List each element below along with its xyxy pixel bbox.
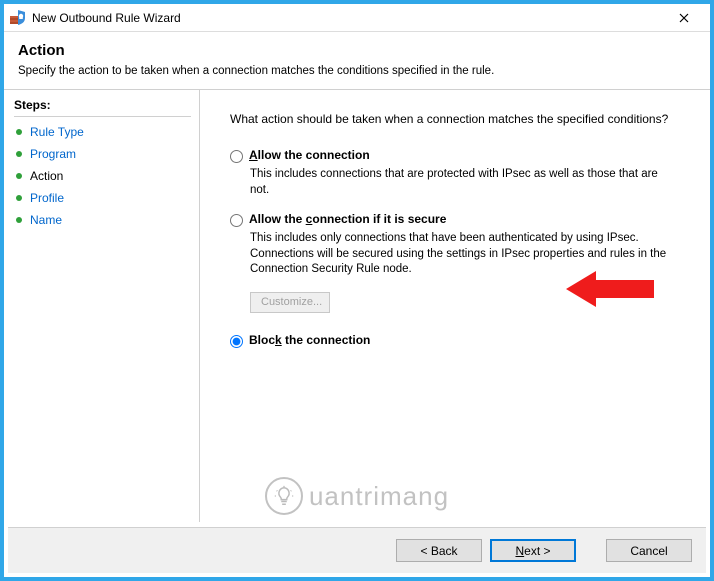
cancel-button[interactable]: Cancel bbox=[606, 539, 692, 562]
bullet-icon bbox=[16, 217, 22, 223]
radio-block[interactable] bbox=[230, 335, 243, 348]
bullet-icon bbox=[16, 195, 22, 201]
back-button[interactable]: < Back bbox=[396, 539, 482, 562]
close-button[interactable] bbox=[664, 5, 704, 31]
bullet-icon bbox=[16, 129, 22, 135]
step-label: Rule Type bbox=[30, 125, 84, 139]
steps-sidebar: Steps: Rule Type Program Action Profile … bbox=[4, 90, 200, 522]
option-allow[interactable]: Allow the connection bbox=[230, 148, 680, 163]
step-rule-type[interactable]: Rule Type bbox=[14, 121, 191, 143]
option-allow-label: Allow the connection bbox=[249, 148, 370, 162]
step-action: Action bbox=[14, 165, 191, 187]
wizard-header: Action Specify the action to be taken wh… bbox=[4, 32, 710, 89]
cancel-button-label: Cancel bbox=[630, 544, 667, 558]
firewall-icon bbox=[10, 10, 26, 26]
page-subtitle: Specify the action to be taken when a co… bbox=[18, 65, 696, 77]
step-label: Name bbox=[30, 213, 62, 227]
radio-allow[interactable] bbox=[230, 150, 243, 163]
step-program[interactable]: Program bbox=[14, 143, 191, 165]
radio-allow-secure[interactable] bbox=[230, 214, 243, 227]
option-allow-secure[interactable]: Allow the connection if it is secure bbox=[230, 212, 680, 227]
option-allow-desc: This includes connections that are prote… bbox=[250, 167, 670, 198]
bullet-icon bbox=[16, 173, 22, 179]
wizard-content: What action should be taken when a conne… bbox=[200, 90, 710, 522]
option-block[interactable]: Block the connection bbox=[230, 333, 680, 348]
next-button-label: Next > bbox=[515, 544, 550, 558]
steps-heading: Steps: bbox=[14, 98, 191, 112]
step-label: Profile bbox=[30, 191, 64, 205]
steps-divider bbox=[14, 116, 191, 117]
page-title: Action bbox=[18, 42, 696, 59]
wizard-buttons: < Back Next > Cancel bbox=[8, 527, 706, 573]
step-profile[interactable]: Profile bbox=[14, 187, 191, 209]
option-allow-secure-label: Allow the connection if it is secure bbox=[249, 212, 446, 226]
step-label: Action bbox=[30, 169, 63, 183]
bullet-icon bbox=[16, 151, 22, 157]
back-button-label: < Back bbox=[420, 544, 457, 558]
option-block-label: Block the connection bbox=[249, 333, 370, 347]
next-button[interactable]: Next > bbox=[490, 539, 576, 562]
main-area: Steps: Rule Type Program Action Profile … bbox=[4, 90, 710, 522]
customize-button: Customize... bbox=[250, 292, 330, 313]
step-label: Program bbox=[30, 147, 76, 161]
option-allow-secure-desc: This includes only connections that have… bbox=[250, 231, 670, 278]
close-icon bbox=[679, 13, 689, 23]
titlebar: New Outbound Rule Wizard bbox=[4, 4, 710, 32]
window-title: New Outbound Rule Wizard bbox=[32, 11, 664, 25]
action-question: What action should be taken when a conne… bbox=[230, 112, 680, 126]
step-name[interactable]: Name bbox=[14, 209, 191, 231]
